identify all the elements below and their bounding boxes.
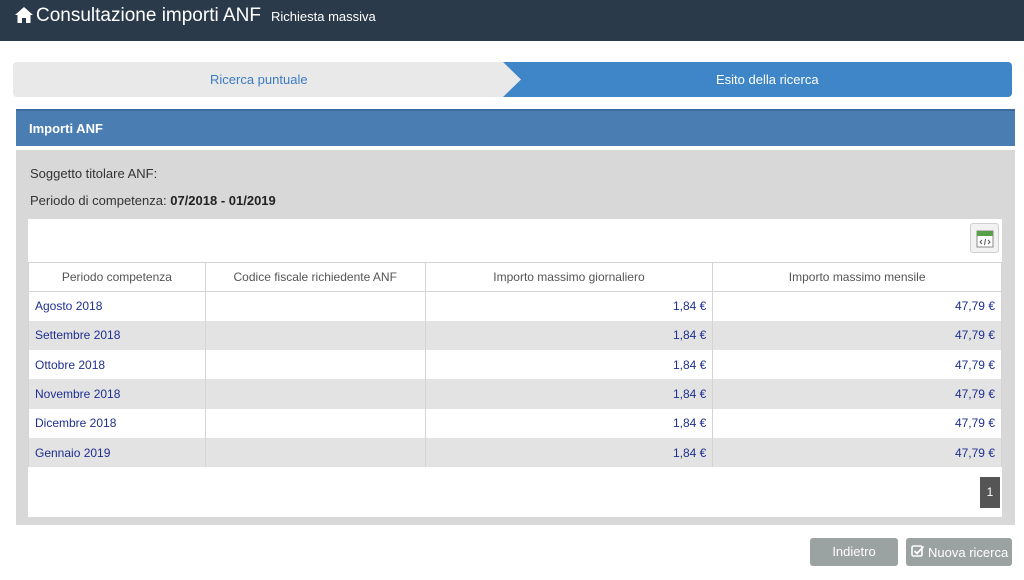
wizard-step-label: Esito della ricerca: [716, 72, 819, 87]
cell-codice: [204, 291, 426, 321]
table-row[interactable]: Novembre 2018 1,84 € 47,79 €: [28, 379, 1002, 409]
cell-periodo: Novembre 2018: [28, 379, 206, 409]
wizard-step-ricerca-puntuale[interactable]: Ricerca puntuale: [13, 62, 533, 97]
cell-giornaliero: 1,84 €: [424, 350, 714, 380]
cell-periodo: Gennaio 2019: [28, 437, 206, 468]
results-card: Periodo competenza Codice fiscale richie…: [28, 219, 1002, 517]
cell-giornaliero: 1,84 €: [424, 320, 714, 351]
column-header[interactable]: Periodo competenza: [28, 262, 206, 292]
cell-codice: [204, 350, 426, 380]
top-navbar: Consultazione importi ANF Richiesta mass…: [0, 0, 1024, 41]
export-spreadsheet-icon: [976, 230, 994, 248]
home-icon[interactable]: [14, 6, 34, 24]
cell-mensile: 47,79 €: [712, 379, 1002, 409]
panel-body: Soggetto titolare ANF: Periodo di compet…: [16, 150, 1015, 525]
panel-title: Importi ANF: [29, 121, 103, 136]
table-header-row: Periodo competenza Codice fiscale richie…: [28, 262, 1002, 292]
wizard-step-esito-ricerca[interactable]: Esito della ricerca: [503, 62, 1012, 97]
subject-label: Soggetto titolare ANF:: [30, 166, 158, 181]
cell-mensile: 47,79 €: [712, 437, 1002, 468]
nav-link-richiesta-massiva[interactable]: Richiesta massiva: [271, 9, 376, 24]
cell-mensile: 47,79 €: [712, 291, 1002, 321]
cell-giornaliero: 1,84 €: [424, 379, 714, 409]
cell-codice: [204, 320, 426, 351]
new-search-label: Nuova ricerca: [928, 545, 1009, 560]
cell-giornaliero: 1,84 €: [424, 437, 714, 468]
period-value: 07/2018 - 01/2019: [170, 193, 276, 208]
subject-info: Soggetto titolare ANF:: [30, 166, 157, 181]
table-row[interactable]: Ottobre 2018 1,84 € 47,79 €: [28, 350, 1002, 380]
app-title[interactable]: Consultazione importi ANF: [36, 5, 261, 27]
panel-header: Importi ANF: [16, 109, 1015, 146]
column-header[interactable]: Importo massimo giornaliero: [424, 262, 714, 292]
table-row[interactable]: Dicembre 2018 1,84 € 47,79 €: [28, 408, 1002, 438]
cell-periodo: Agosto 2018: [28, 291, 206, 321]
cell-codice: [204, 437, 426, 468]
cell-periodo: Dicembre 2018: [28, 408, 206, 438]
cell-periodo: Ottobre 2018: [28, 350, 206, 380]
cell-periodo: Settembre 2018: [28, 320, 206, 351]
cell-giornaliero: 1,84 €: [424, 291, 714, 321]
column-header[interactable]: Codice fiscale richiedente ANF: [204, 262, 426, 292]
wizard-steps: Ricerca puntuale Esito della ricerca: [13, 62, 1012, 97]
cell-mensile: 47,79 €: [712, 320, 1002, 351]
cell-mensile: 47,79 €: [712, 408, 1002, 438]
column-header[interactable]: Importo massimo mensile: [712, 262, 1002, 292]
cell-codice: [204, 408, 426, 438]
checkbox-icon: [911, 545, 925, 557]
cell-mensile: 47,79 €: [712, 350, 1002, 380]
table-row[interactable]: Settembre 2018 1,84 € 47,79 €: [28, 320, 1002, 351]
results-table: Periodo competenza Codice fiscale richie…: [28, 262, 1002, 468]
table-row[interactable]: Agosto 2018 1,84 € 47,79 €: [28, 291, 1002, 321]
pagination-page-button[interactable]: 1: [980, 477, 1000, 508]
cell-giornaliero: 1,84 €: [424, 408, 714, 438]
table-row[interactable]: Gennaio 2019 1,84 € 47,79 €: [28, 437, 1002, 468]
wizard-step-label: Ricerca puntuale: [210, 72, 308, 87]
new-search-button[interactable]: Nuova ricerca: [906, 538, 1012, 566]
back-button[interactable]: Indietro: [810, 538, 898, 566]
export-button[interactable]: [970, 223, 999, 253]
period-label: Periodo di competenza:: [30, 193, 167, 208]
period-info: Periodo di competenza: 07/2018 - 01/2019: [30, 193, 276, 208]
cell-codice: [204, 379, 426, 409]
